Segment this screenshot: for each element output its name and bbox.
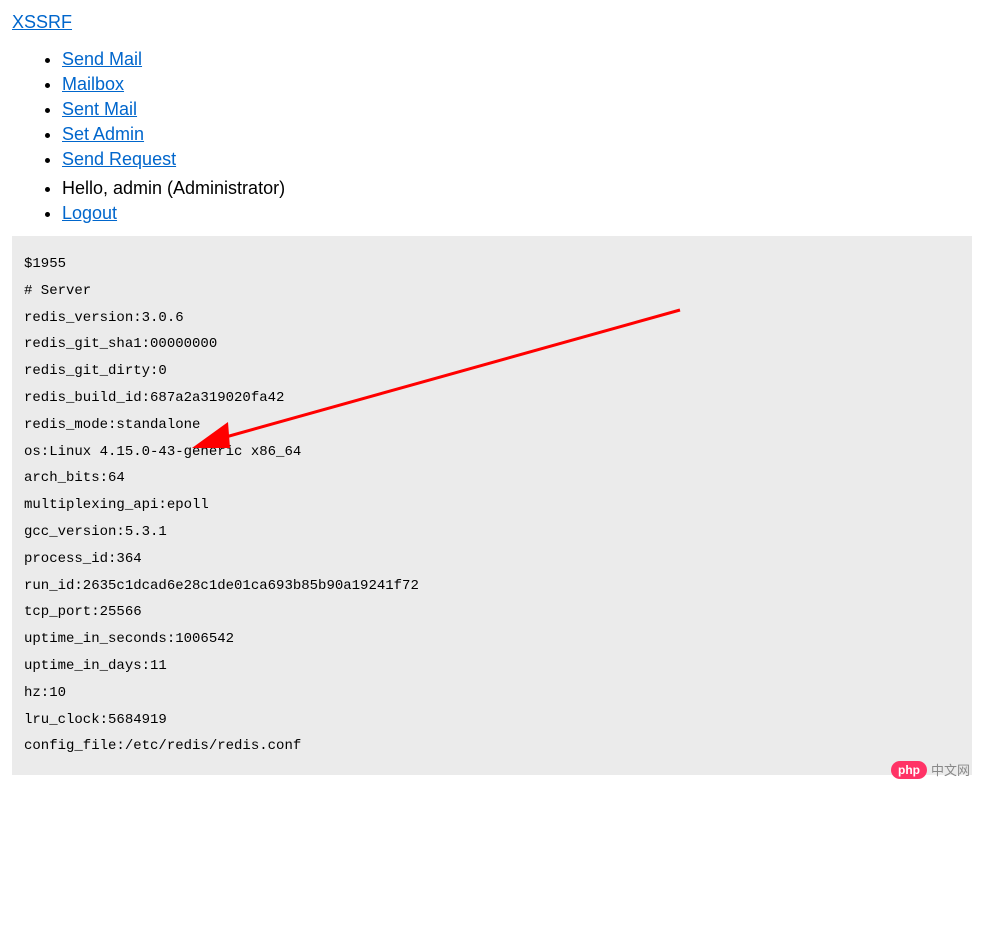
nav-link-send-request[interactable]: Send Request [62, 149, 176, 169]
redis-line: gcc_version:5.3.1 [24, 524, 960, 541]
nav-item-logout: Logout [62, 203, 972, 224]
redis-output: $1955 # Server redis_version:3.0.6 redis… [12, 236, 972, 775]
greeting-label: Hello, admin (Administrator) [62, 178, 285, 198]
watermark-text: 中文网 [931, 760, 970, 779]
greeting-text: Hello, admin (Administrator) [62, 178, 972, 199]
nav-link-set-admin[interactable]: Set Admin [62, 124, 144, 144]
nav-item-set-admin: Set Admin [62, 124, 972, 145]
nav-item-send-mail: Send Mail [62, 49, 972, 70]
redis-line: tcp_port:25566 [24, 604, 960, 621]
nav-link-sent-mail[interactable]: Sent Mail [62, 99, 137, 119]
nav-primary: Send Mail Mailbox Sent Mail Set Admin Se… [12, 49, 972, 170]
nav-item-mailbox: Mailbox [62, 74, 972, 95]
redis-line: uptime_in_seconds:1006542 [24, 631, 960, 648]
redis-line: arch_bits:64 [24, 470, 960, 487]
nav-link-send-mail[interactable]: Send Mail [62, 49, 142, 69]
redis-line: $1955 [24, 256, 960, 273]
redis-line: redis_git_dirty:0 [24, 363, 960, 380]
nav-item-send-request: Send Request [62, 149, 972, 170]
redis-line: uptime_in_days:11 [24, 658, 960, 675]
redis-line: hz:10 [24, 685, 960, 702]
redis-line: redis_git_sha1:00000000 [24, 336, 960, 353]
php-badge: php [891, 761, 927, 779]
redis-line: config_file:/etc/redis/redis.conf [24, 738, 960, 755]
nav-link-logout[interactable]: Logout [62, 203, 117, 223]
nav-link-mailbox[interactable]: Mailbox [62, 74, 124, 94]
redis-line: run_id:2635c1dcad6e28c1de01ca693b85b90a1… [24, 578, 960, 595]
redis-line: process_id:364 [24, 551, 960, 568]
redis-line: lru_clock:5684919 [24, 712, 960, 729]
brand-link[interactable]: XSSRF [12, 12, 72, 33]
redis-line: redis_build_id:687a2a319020fa42 [24, 390, 960, 407]
nav-secondary: Hello, admin (Administrator) Logout [12, 178, 972, 224]
nav-item-sent-mail: Sent Mail [62, 99, 972, 120]
redis-section-header: # Server [24, 283, 960, 300]
redis-line: multiplexing_api:epoll [24, 497, 960, 514]
redis-line: redis_mode:standalone [24, 417, 960, 434]
watermark: php 中文网 [891, 760, 970, 779]
redis-line: redis_version:3.0.6 [24, 310, 960, 327]
redis-line: os:Linux 4.15.0-43-generic x86_64 [24, 444, 960, 461]
